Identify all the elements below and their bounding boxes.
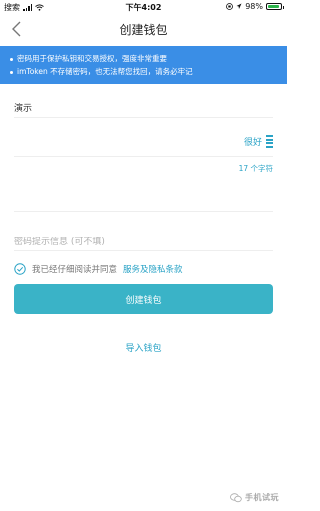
notice-line-1: 密码用于保护私钥和交易授权，强度非常重要	[10, 52, 277, 65]
battery-percent: 98%	[245, 2, 263, 11]
agreement-text: 我已经仔细阅读并同意	[32, 265, 118, 275]
watermark-text: 手机试玩	[245, 493, 279, 502]
char-count: 17 个字符	[238, 164, 273, 173]
page-title: 创建钱包	[119, 23, 168, 37]
terms-link[interactable]: 服务及隐私条款	[123, 263, 183, 275]
location-icon	[236, 3, 242, 9]
terms-agreement: 我已经仔细阅读并同意 服务及隐私条款	[14, 263, 183, 275]
password-hint-field	[14, 229, 273, 251]
watermark: 手机试玩	[230, 492, 279, 503]
status-bar: 搜索 下午4:02 98%	[0, 0, 287, 14]
notice-text-1: 密码用于保护私钥和交易授权，强度非常重要	[17, 54, 167, 63]
import-wallet-link[interactable]: 导入钱包	[0, 341, 287, 354]
wallet-name-field	[14, 96, 273, 118]
strength-bars-icon	[266, 135, 273, 148]
nav-bar: 创建钱包	[0, 14, 287, 44]
confirm-password-input[interactable]	[14, 198, 273, 208]
notice-line-2: imToken 不存储密码，也无法帮您找回，请务必牢记	[10, 65, 277, 78]
notice-text-2: imToken 不存储密码，也无法帮您找回，请务必牢记	[17, 67, 193, 76]
password-notice-banner: 密码用于保护私钥和交易授权，强度非常重要 imToken 不存储密码，也无法帮您…	[0, 46, 287, 84]
wechat-icon	[230, 492, 242, 502]
bullet-icon	[10, 57, 13, 61]
strength-label: 很好	[243, 138, 262, 148]
wallet-name-input[interactable]	[14, 102, 273, 113]
create-wallet-button[interactable]: 创建钱包	[14, 284, 273, 314]
bullet-icon	[10, 70, 13, 74]
status-right: 98%	[226, 2, 284, 11]
password-field	[14, 131, 273, 157]
password-hint-input[interactable]	[14, 237, 273, 247]
password-input[interactable]	[14, 139, 273, 149]
orientation-lock-icon	[226, 3, 234, 10]
password-strength: 很好	[244, 135, 273, 148]
check-circle-icon[interactable]	[14, 263, 26, 275]
confirm-password-field	[14, 190, 273, 212]
battery-icon	[266, 3, 284, 10]
